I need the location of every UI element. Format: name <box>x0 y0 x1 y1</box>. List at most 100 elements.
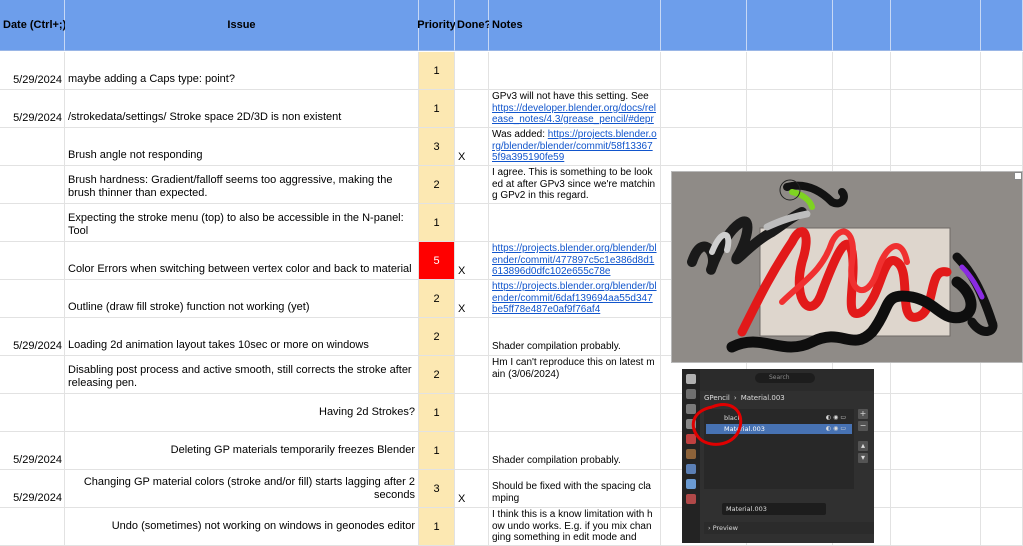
preview-section[interactable]: › Preview <box>704 522 874 534</box>
empty-cell[interactable] <box>891 394 981 431</box>
issue-cell[interactable]: Deleting GP materials temporarily freeze… <box>65 432 419 469</box>
empty-cell[interactable] <box>981 90 1023 127</box>
issue-cell[interactable]: maybe adding a Caps type: point? <box>65 52 419 89</box>
empty-cell[interactable] <box>661 52 747 89</box>
notes-cell[interactable] <box>489 394 661 431</box>
move-up-button[interactable]: ▴ <box>858 441 868 451</box>
issue-cell[interactable]: Loading 2d animation layout takes 10sec … <box>65 318 419 355</box>
empty-cell[interactable] <box>833 52 891 89</box>
done-cell[interactable]: X <box>455 242 489 279</box>
done-cell[interactable] <box>455 508 489 545</box>
add-slot-button[interactable]: + <box>858 409 868 419</box>
notes-cell[interactable] <box>489 204 661 241</box>
header-issue[interactable]: Issue <box>65 0 419 51</box>
blender-material-panel-image[interactable]: Search GPencil › Material.003 black ◐◉▭ … <box>682 369 874 543</box>
issue-cell[interactable]: Color Errors when switching between vert… <box>65 242 419 279</box>
done-cell[interactable] <box>455 394 489 431</box>
header-done[interactable]: Done? <box>455 0 491 51</box>
issue-cell[interactable]: Having 2d Strokes? <box>65 394 419 431</box>
priority-cell[interactable]: 1 <box>419 52 455 89</box>
notes-cell[interactable]: https://projects.blender.org/blender/ble… <box>489 242 661 279</box>
issue-cell[interactable]: Expecting the stroke menu (top) to also … <box>65 204 419 241</box>
empty-cell[interactable] <box>891 432 981 469</box>
done-cell[interactable] <box>455 318 489 355</box>
empty-cell[interactable] <box>747 128 833 165</box>
note-link[interactable]: https://projects.blender.org/blender/ble… <box>492 281 657 315</box>
done-cell[interactable]: X <box>455 128 489 165</box>
stroke-screenshot-image[interactable] <box>671 171 1023 363</box>
header-empty[interactable] <box>891 0 981 51</box>
empty-cell[interactable] <box>661 128 747 165</box>
date-cell[interactable] <box>0 128 65 165</box>
priority-cell[interactable]: 3 <box>419 470 455 507</box>
empty-cell[interactable] <box>833 90 891 127</box>
issue-cell[interactable]: Brush angle not responding <box>65 128 419 165</box>
empty-cell[interactable] <box>891 470 981 507</box>
date-cell[interactable] <box>0 280 65 317</box>
date-cell[interactable]: 5/29/2024 <box>0 432 65 469</box>
date-cell[interactable] <box>0 508 65 545</box>
header-empty[interactable] <box>661 0 747 51</box>
empty-cell[interactable] <box>747 52 833 89</box>
empty-cell[interactable] <box>891 128 981 165</box>
note-link[interactable]: https://developer.blender.org/docs/relea… <box>492 103 656 128</box>
visibility-icons[interactable]: ◐◉▭ <box>826 413 848 423</box>
done-cell[interactable] <box>455 166 489 203</box>
empty-cell[interactable] <box>661 90 747 127</box>
notes-cell[interactable] <box>489 52 661 89</box>
search-input[interactable]: Search <box>755 373 815 383</box>
date-cell[interactable] <box>0 166 65 203</box>
issue-cell[interactable]: Outline (draw fill stroke) function not … <box>65 280 419 317</box>
empty-cell[interactable] <box>747 90 833 127</box>
modifier-icon[interactable] <box>686 464 696 474</box>
done-cell[interactable] <box>455 90 489 127</box>
issue-cell[interactable]: Brush hardness: Gradient/falloff seems t… <box>65 166 419 203</box>
notes-cell[interactable]: Hm I can't reproduce this on latest main… <box>489 356 661 393</box>
notes-cell[interactable]: I agree. This is something to be looked … <box>489 166 661 203</box>
material-name-field[interactable]: Material.003 <box>722 503 826 515</box>
notes-cell[interactable]: I think this is a know limitation with h… <box>489 508 661 545</box>
visibility-icons[interactable]: ◐◉▭ <box>826 424 848 434</box>
issue-cell[interactable]: Changing GP material colors (stroke and/… <box>65 470 419 507</box>
date-cell[interactable] <box>0 242 65 279</box>
priority-cell[interactable]: 5 <box>419 242 455 279</box>
notes-cell[interactable]: Shader compilation probably. <box>489 318 661 355</box>
issue-cell[interactable]: Disabling post process and active smooth… <box>65 356 419 393</box>
header-date[interactable]: Date (Ctrl+;) <box>0 0 66 51</box>
notes-cell[interactable]: Should be fixed with the spacing clampin… <box>489 470 661 507</box>
empty-cell[interactable] <box>981 470 1023 507</box>
empty-cell[interactable] <box>891 508 981 545</box>
empty-cell[interactable] <box>833 128 891 165</box>
priority-cell[interactable]: 2 <box>419 318 455 355</box>
date-cell[interactable] <box>0 394 65 431</box>
issue-cell[interactable]: Undo (sometimes) not working on windows … <box>65 508 419 545</box>
date-cell[interactable] <box>0 356 65 393</box>
tool-icon[interactable] <box>686 374 696 384</box>
done-cell[interactable] <box>455 204 489 241</box>
empty-cell[interactable] <box>891 90 981 127</box>
priority-cell[interactable]: 1 <box>419 394 455 431</box>
priority-cell[interactable]: 1 <box>419 508 455 545</box>
notes-cell[interactable]: GPv3 will not have this setting. See htt… <box>489 90 661 127</box>
priority-cell[interactable]: 1 <box>419 204 455 241</box>
empty-cell[interactable] <box>981 52 1023 89</box>
empty-cell[interactable] <box>891 52 981 89</box>
note-link[interactable]: https://projects.blender.org/blender/ble… <box>492 243 657 277</box>
move-down-button[interactable]: ▾ <box>858 453 868 463</box>
done-cell[interactable]: X <box>455 470 489 507</box>
issue-cell[interactable]: /strokedata/settings/ Stroke space 2D/3D… <box>65 90 419 127</box>
priority-cell[interactable]: 3 <box>419 128 455 165</box>
priority-cell[interactable]: 2 <box>419 356 455 393</box>
empty-cell[interactable] <box>981 394 1023 431</box>
header-priority[interactable]: Priority <box>417 0 456 51</box>
date-cell[interactable]: 5/29/2024 <box>0 470 65 507</box>
date-cell[interactable]: 5/29/2024 <box>0 318 65 355</box>
header-empty[interactable] <box>833 0 891 51</box>
empty-cell[interactable] <box>981 508 1023 545</box>
done-cell[interactable] <box>455 432 489 469</box>
notes-cell[interactable]: Was added: https://projects.blender.org/… <box>489 128 661 165</box>
material-icon[interactable] <box>686 494 696 504</box>
priority-cell[interactable]: 2 <box>419 280 455 317</box>
priority-cell[interactable]: 1 <box>419 90 455 127</box>
header-empty[interactable] <box>981 0 1023 51</box>
